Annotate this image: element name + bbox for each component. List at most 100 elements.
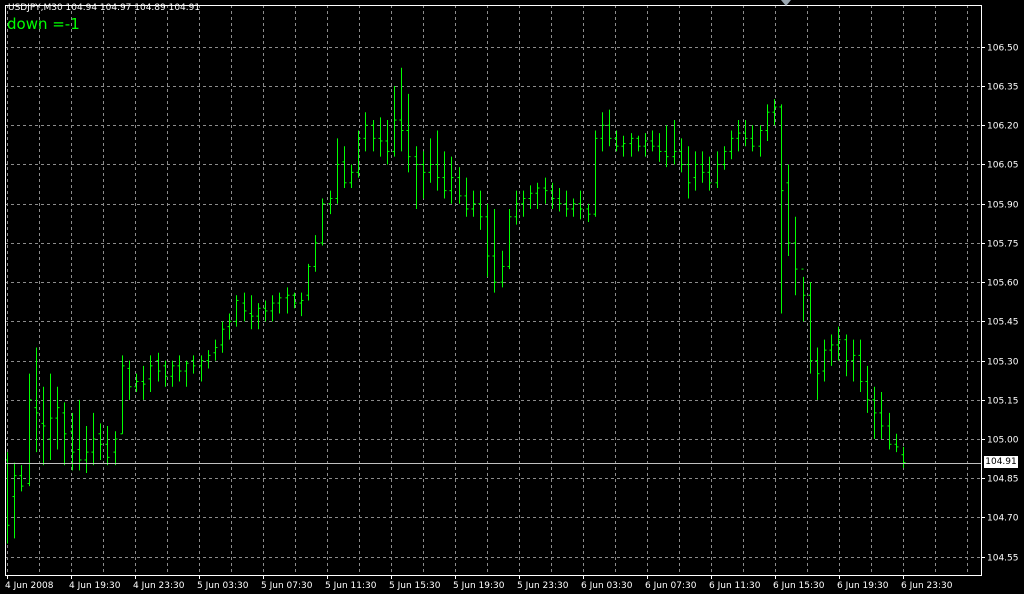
price-bar [808, 282, 813, 374]
x-tick-label: 5 Jun 15:30 [389, 581, 441, 591]
price-bar [729, 130, 734, 160]
x-tick-label: 5 Jun 03:30 [197, 581, 249, 591]
price-bar [564, 190, 569, 217]
price-bar [758, 125, 763, 157]
price-bar [378, 117, 383, 157]
price-bar [786, 164, 791, 257]
price-bar [328, 190, 333, 215]
price-bar [844, 334, 849, 377]
y-tick-label: 105.00 [987, 436, 1019, 446]
price-bar [435, 130, 440, 191]
price-bar [528, 185, 533, 209]
y-tick-label: 106.50 [987, 44, 1019, 54]
price-bar [249, 295, 254, 330]
price-bar [127, 360, 132, 400]
price-bar [55, 386, 60, 450]
price-bar [62, 402, 67, 466]
y-tick-label: 105.60 [987, 279, 1019, 289]
price-bar [105, 425, 110, 466]
price-bar [141, 365, 146, 400]
price-bar [750, 125, 755, 152]
price-bar [77, 399, 82, 471]
y-tick-label: 104.55 [987, 554, 1019, 564]
price-bar [650, 130, 655, 152]
x-tick-label: 6 Jun 19:30 [837, 581, 889, 591]
price-bar [191, 355, 196, 374]
chart-shift-marker-icon[interactable] [781, 0, 791, 6]
price-bar [600, 112, 605, 152]
price-bar [277, 292, 282, 314]
price-bar [535, 182, 540, 209]
ohlc-chart[interactable]: 104.55 104.70 104.85 105.00 105.15 105.30 105.… [0, 0, 1024, 594]
grid [5, 5, 981, 575]
x-tick-label: 4 Jun 2008 [5, 581, 54, 591]
current-price-tag: 104.91 [984, 456, 1018, 468]
price-bar [686, 146, 691, 199]
price-bar [872, 386, 877, 440]
price-bar [371, 120, 376, 152]
price-bar [156, 352, 161, 382]
price-bar [34, 347, 39, 453]
price-bar [471, 190, 476, 217]
x-tick-label: 5 Jun 07:30 [261, 581, 313, 591]
y-tick-label: 106.05 [987, 161, 1019, 171]
price-bar [213, 339, 218, 361]
price-bar [736, 120, 741, 152]
y-tick-label: 105.15 [987, 397, 1019, 407]
price-bar [672, 120, 677, 165]
price-bar [199, 355, 204, 382]
price-bar [707, 156, 712, 191]
symbol-info: USDJPY,M30 104.94 104.97 104.89 104.91 [8, 3, 201, 13]
price-bar [586, 203, 591, 223]
price-bar [184, 360, 189, 387]
x-tick-label: 6 Jun 07:30 [645, 581, 697, 591]
price-axis: 104.55 104.70 104.85 105.00 105.15 105.30 105.… [981, 44, 1019, 564]
price-bar [349, 164, 354, 189]
price-bar [313, 235, 318, 272]
price-bar [492, 208, 497, 293]
price-bar [722, 146, 727, 170]
x-tick-label: 5 Jun 11:30 [325, 581, 377, 591]
price-bar [227, 313, 232, 340]
price-bar [679, 138, 684, 173]
price-bar [342, 146, 347, 189]
price-bar [607, 109, 612, 147]
price-bar [700, 151, 705, 183]
price-bar [500, 250, 505, 288]
price-bar [414, 146, 419, 209]
price-bar [829, 334, 834, 366]
price-bar [557, 188, 562, 212]
price-bar [406, 93, 411, 173]
price-bar [457, 167, 462, 204]
price-bar [593, 130, 598, 217]
price-bar [693, 151, 698, 191]
price-bar [485, 203, 490, 277]
price-bar [120, 355, 125, 435]
x-tick-label: 6 Jun 03:30 [581, 581, 633, 591]
price-bar [285, 287, 290, 314]
price-bar [621, 135, 626, 157]
price-bar [793, 216, 798, 296]
chart-window[interactable]: 104.55 104.70 104.85 105.00 105.15 105.30 105.… [0, 0, 1024, 594]
price-bar [657, 133, 662, 162]
price-bar [428, 138, 433, 183]
y-tick-label: 105.90 [987, 201, 1019, 211]
indicator-text: down =-1 [7, 15, 80, 33]
price-bar [163, 360, 168, 387]
y-tick-label: 105.30 [987, 358, 1019, 368]
plot-border [5, 5, 982, 576]
price-bar [242, 292, 247, 322]
price-bar [851, 339, 856, 382]
price-bar [822, 339, 827, 382]
price-bar [901, 446, 906, 468]
time-axis: 4 Jun 2008 4 Jun 19:30 4 Jun 23:30 5 Jun 03… [5, 575, 953, 591]
price-bar [299, 292, 304, 317]
price-bar [801, 268, 806, 322]
price-bar [421, 151, 426, 199]
y-tick-label: 104.70 [987, 514, 1019, 524]
price-bar [170, 360, 175, 387]
price-bar [392, 86, 397, 157]
price-bar [399, 67, 404, 152]
price-bar [664, 125, 669, 168]
price-bar [84, 425, 89, 474]
